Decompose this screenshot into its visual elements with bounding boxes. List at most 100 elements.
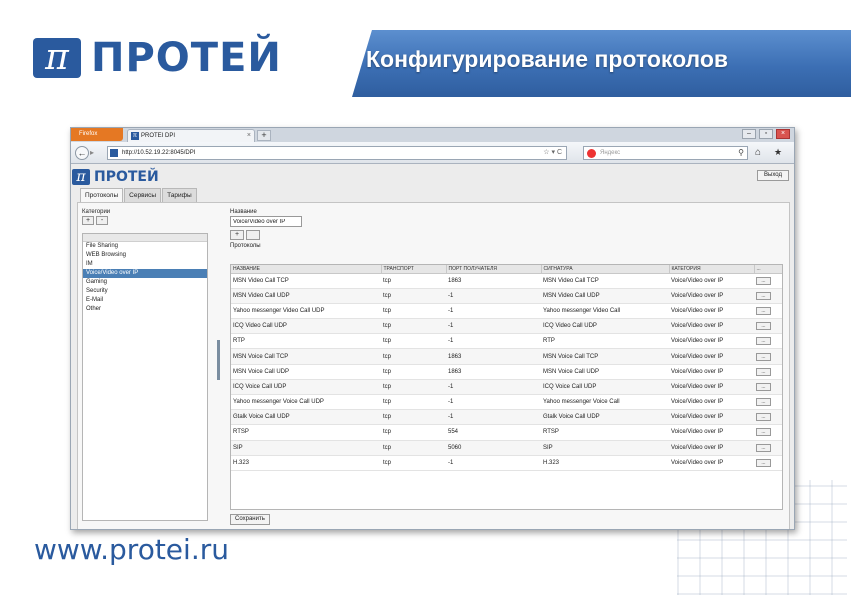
cell-transport: tcp <box>381 394 446 411</box>
table-row[interactable]: Yahoo messenger Voice Call UDP tcp -1 Yahoo… <box>231 394 782 411</box>
tab-tariffs[interactable]: Тарифы <box>162 188 197 202</box>
cell-signature: MSN Video Call UDP <box>541 288 669 304</box>
row-edit-button[interactable]: ... <box>756 352 771 361</box>
col-port-header[interactable]: ПОРТ ПОЛУЧАТЕЛЯ <box>446 265 542 274</box>
search-icon[interactable]: ⚲ <box>738 147 744 159</box>
table-row[interactable]: RTSP tcp 554 RTSP Voice/Video over IP... <box>231 424 782 441</box>
tab-services[interactable]: Сервисы <box>124 188 162 202</box>
row-edit-button[interactable]: ... <box>756 398 771 407</box>
row-edit-button[interactable]: ... <box>756 428 771 437</box>
forward-arrow-icon[interactable]: ▸ <box>90 148 94 157</box>
cell-port: 1863 <box>446 364 541 380</box>
search-bar[interactable]: Яндекс ⚲ <box>583 146 748 160</box>
url-text: http://10.52.19.22:8045/DPI <box>122 150 196 156</box>
protocols-panel: Название + Протоколы НАЗВАНИЕ <box>230 209 783 527</box>
table-row[interactable]: MSN Video Call UDP tcp -1 MSN Video Call UD… <box>231 288 782 304</box>
cell-category: Voice/Video over IP <box>669 303 754 320</box>
col-name-header[interactable]: НАЗВАНИЕ <box>231 265 382 274</box>
cell-category: Voice/Video over IP <box>669 440 754 456</box>
table-row[interactable]: ICQ Video Call UDP tcp -1 ICQ Video Call UD… <box>231 318 782 335</box>
exit-button[interactable]: Выход <box>757 170 789 181</box>
logo-text: ПРОТЕЙ <box>91 35 282 81</box>
cell-signature: MSN Voice Call TCP <box>541 348 669 365</box>
table-row[interactable]: H.323 tcp -1 H.323 Voice/Video over IP... <box>231 455 782 471</box>
remove-protocol-button[interactable] <box>246 230 260 240</box>
cell-name: MSN Voice Call UDP <box>231 364 381 380</box>
cell-actions: ... <box>754 273 782 289</box>
table-row[interactable]: ICQ Voice Call UDP tcp -1 ICQ Voice Call UD… <box>231 379 782 396</box>
cell-transport: tcp <box>381 318 446 335</box>
col-actions-header[interactable]: ... <box>754 265 782 274</box>
row-edit-button[interactable]: ... <box>756 291 771 300</box>
category-item[interactable]: Voice/Video over IP <box>83 269 207 278</box>
row-edit-button[interactable]: ... <box>756 367 771 376</box>
new-tab-button[interactable]: + <box>257 130 271 141</box>
cell-actions: ... <box>754 348 782 365</box>
table-row[interactable]: Gtalk Voice Call UDP tcp -1 Gtalk Voice Cal… <box>231 409 782 426</box>
row-edit-button[interactable]: ... <box>756 276 771 285</box>
pi-logo-icon: π <box>33 38 81 78</box>
cell-actions: ... <box>754 394 782 411</box>
home-icon[interactable]: ⌂ <box>755 147 761 158</box>
row-edit-button[interactable]: ... <box>756 382 771 391</box>
cell-transport: tcp <box>381 348 446 365</box>
cell-signature: MSN Voice Call UDP <box>541 364 669 380</box>
category-name-input[interactable] <box>230 216 302 227</box>
cell-name: MSN Video Call UDP <box>231 288 381 304</box>
website-url: www.protei.ru <box>34 533 229 566</box>
table-row[interactable]: RTP tcp -1 RTP Voice/Video over IP... <box>231 333 782 350</box>
cell-actions: ... <box>754 318 782 335</box>
cell-port: -1 <box>446 333 541 350</box>
cell-name: Yahoo messenger Voice Call UDP <box>231 394 381 411</box>
address-bar[interactable]: http://10.52.19.22:8045/DPI ☆ ▾ C <box>107 146 567 160</box>
row-edit-button[interactable]: ... <box>756 413 771 422</box>
table-row[interactable]: MSN Voice Call UDP tcp 1863 MSN Voice Call … <box>231 364 782 380</box>
remove-category-button[interactable]: - <box>96 216 108 225</box>
categories-panel: Категории + - File Sharing WEB Browsing IM… <box>82 209 208 521</box>
tab-protocols[interactable]: Протоколы <box>80 188 124 202</box>
category-item[interactable]: Other <box>83 305 207 314</box>
col-transport-header[interactable]: ТРАНСПОРТ <box>381 265 447 274</box>
category-item[interactable]: IM <box>83 260 207 269</box>
add-category-button[interactable]: + <box>82 216 94 225</box>
table-row[interactable]: SIP tcp 5060 SIP Voice/Video over IP... <box>231 440 782 456</box>
col-category-header[interactable]: КАТЕГОРИЯ <box>669 265 755 274</box>
category-item[interactable]: WEB Browsing <box>83 251 207 260</box>
back-arrow-icon[interactable]: ← <box>75 146 89 160</box>
minimize-button[interactable]: – <box>742 129 756 139</box>
cell-transport: tcp <box>381 288 446 304</box>
cell-signature: Yahoo messenger Voice Call <box>541 394 669 411</box>
row-edit-button[interactable]: ... <box>756 322 771 331</box>
firefox-menu-button[interactable]: Firefox <box>71 128 123 141</box>
table-row[interactable]: Yahoo messenger Video Call UDP tcp -1 Yahoo… <box>231 303 782 320</box>
save-button[interactable]: Сохранить <box>230 514 270 525</box>
close-window-button[interactable]: × <box>776 129 790 139</box>
panel-splitter[interactable] <box>217 340 220 380</box>
protocol-buttons: + <box>230 230 783 240</box>
add-protocol-button[interactable]: + <box>230 230 244 240</box>
cell-transport: tcp <box>381 379 446 396</box>
maximize-button[interactable]: ▫ <box>759 129 773 139</box>
category-item[interactable]: File Sharing <box>83 242 207 251</box>
web-page: π ПРОТЕЙ Выход Протоколы Сервисы Тарифы … <box>71 164 794 529</box>
table-row[interactable]: MSN Video Call TCP tcp 1863 MSN Video Call … <box>231 273 782 289</box>
app-logo-text: ПРОТЕЙ <box>94 169 159 185</box>
row-edit-button[interactable]: ... <box>756 306 771 315</box>
tab-title: PROTEI DPI <box>141 133 176 139</box>
row-edit-button[interactable]: ... <box>756 443 771 452</box>
bookmarks-icon[interactable]: ★ <box>774 147 782 158</box>
category-item[interactable]: E-Mail <box>83 296 207 305</box>
browser-tab[interactable]: π PROTEI DPI × <box>127 129 255 142</box>
table-row[interactable]: MSN Voice Call TCP tcp 1863 MSN Voice Call … <box>231 348 782 365</box>
cell-category: Voice/Video over IP <box>669 424 754 441</box>
cell-category: Voice/Video over IP <box>669 288 754 304</box>
row-edit-button[interactable]: ... <box>756 458 771 467</box>
category-item[interactable]: Gaming <box>83 278 207 287</box>
bookmark-star-icon[interactable]: ☆ ▾ C <box>543 147 562 159</box>
row-edit-button[interactable]: ... <box>756 337 771 346</box>
category-item[interactable]: Security <box>83 287 207 296</box>
col-signature-header[interactable]: СИГНАТУРА <box>541 265 670 274</box>
tab-content: Категории + - File Sharing WEB Browsing IM… <box>77 202 790 529</box>
tab-close-icon[interactable]: × <box>247 130 251 142</box>
cell-signature: SIP <box>541 440 669 456</box>
